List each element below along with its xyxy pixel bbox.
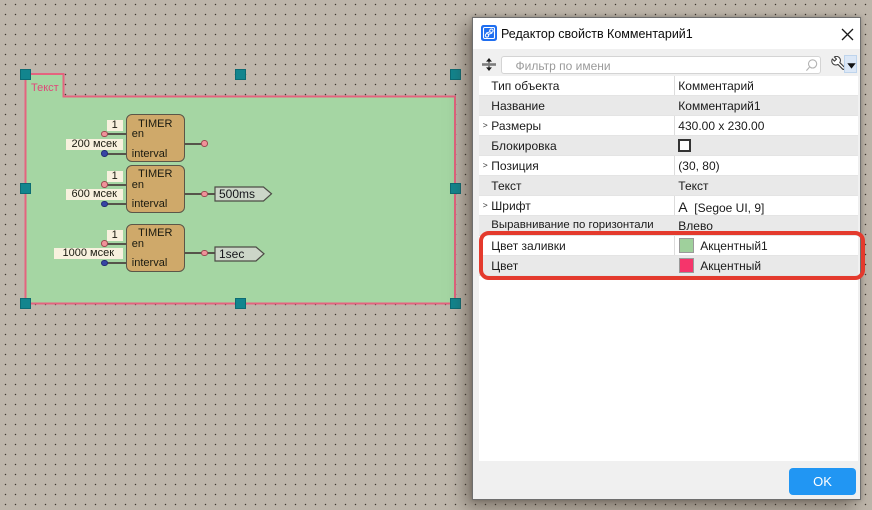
svg-text:1sec: 1sec bbox=[219, 247, 244, 261]
svg-text:500ms: 500ms bbox=[219, 187, 255, 201]
